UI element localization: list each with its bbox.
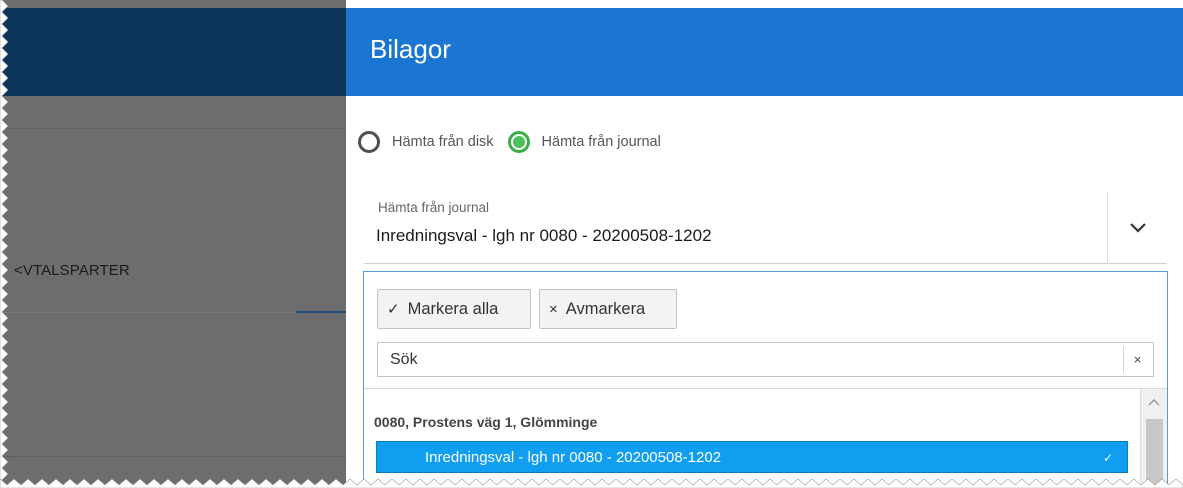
radio-from-disk[interactable] [358, 131, 380, 153]
close-icon: × [549, 300, 558, 318]
radio-from-journal[interactable] [507, 131, 530, 153]
torn-edge-left [0, 0, 9, 488]
journal-select-caption: Hämta från journal [378, 200, 490, 215]
attachments-dialog: Bilagor Hämta från disk Hämta från journ… [346, 8, 1183, 488]
clear-search-button[interactable]: × [1123, 346, 1151, 373]
dialog-title: Bilagor [370, 34, 451, 64]
radio-from-disk-label[interactable]: Hämta från disk [392, 134, 494, 150]
check-icon: ✓ [1103, 451, 1114, 465]
select-all-button[interactable]: ✓ Markera alla [377, 289, 531, 329]
list-scrollbar[interactable] [1140, 389, 1167, 487]
background-divider [0, 128, 346, 129]
background-tab-underline [296, 311, 346, 313]
list-item-label: Inredningsval - lgh nr 0080 - 20200508-1… [425, 449, 722, 466]
journal-dropdown-panel: ✓ Markera alla × Avmarkera Sök × 0080, P… [363, 271, 1168, 488]
background-divider [0, 312, 346, 313]
list-divider [364, 388, 1167, 389]
list-group-header: 0080, Prostens väg 1, Glömminge [374, 414, 598, 430]
radio-from-journal-label[interactable]: Hämta från journal [542, 134, 661, 150]
source-radio-group: Hämta från disk Hämta från journal [358, 128, 675, 156]
chevron-down-icon [1129, 223, 1146, 233]
select-all-label: Markera alla [407, 299, 499, 318]
deselect-all-label: Avmarkera [565, 299, 646, 318]
journal-select-toggle[interactable] [1108, 192, 1167, 264]
chevron-up-icon [1148, 398, 1160, 405]
background-header [0, 8, 346, 96]
scroll-up-button[interactable] [1141, 389, 1167, 415]
search-placeholder: Sök [390, 351, 418, 368]
torn-edge-bottom [0, 478, 1183, 488]
background-section-label: <VTALSPARTER [14, 262, 130, 279]
dialog-header: Bilagor [346, 8, 1183, 96]
deselect-all-button[interactable]: × Avmarkera [539, 289, 677, 329]
list-item[interactable]: Inredningsval - lgh nr 0080 - 20200508-1… [376, 441, 1128, 473]
search-input[interactable]: Sök × [377, 342, 1154, 377]
journal-select[interactable]: Hämta från journal Inredningsval - lgh n… [364, 192, 1167, 264]
background-app: <VTALSPARTER [0, 0, 346, 488]
check-icon: ✓ [387, 301, 400, 318]
background-divider [0, 456, 346, 457]
journal-select-value[interactable]: Inredningsval - lgh nr 0080 - 20200508-1… [376, 226, 712, 246]
